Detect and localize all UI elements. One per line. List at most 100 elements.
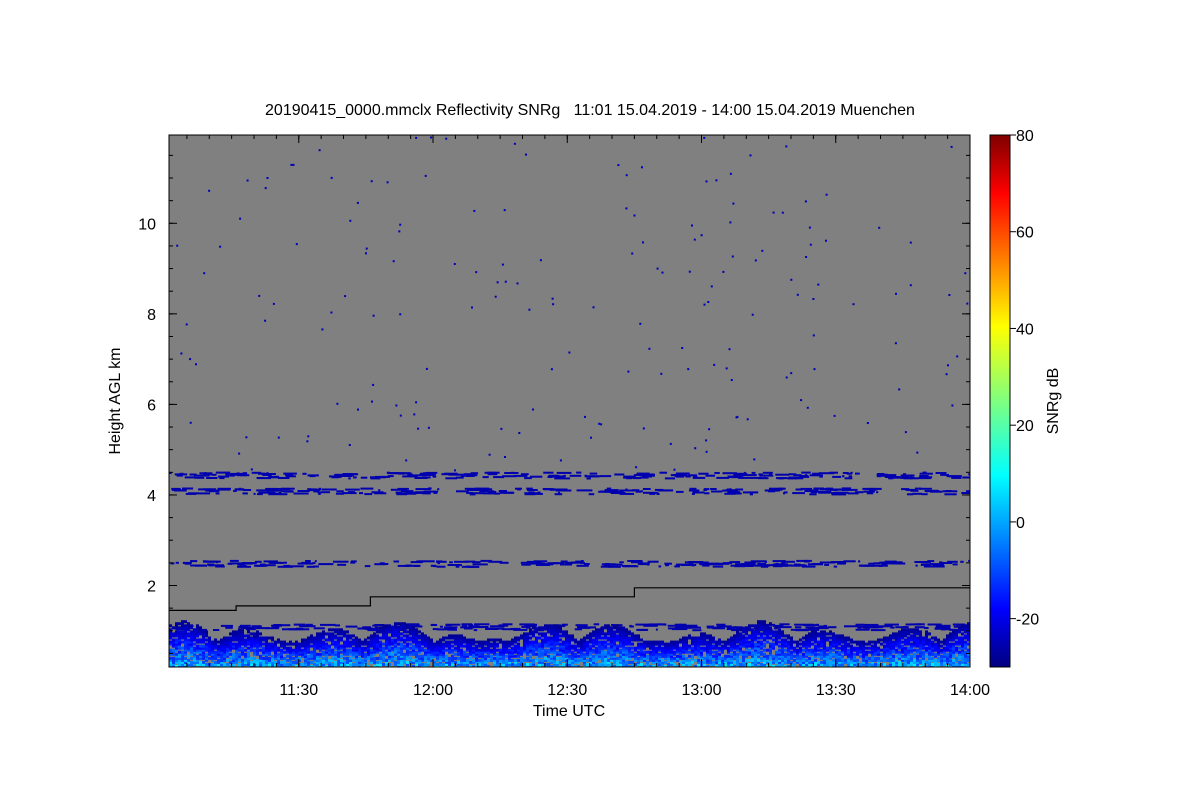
echo-pixel: [693, 491, 705, 494]
echo-pixel: [868, 663, 871, 666]
echo-pixel: [674, 565, 680, 568]
echo-pixel: [328, 644, 331, 648]
echo-pixel: [704, 492, 710, 495]
echo-pixel: [874, 640, 877, 644]
echo-pixel: [688, 654, 691, 658]
echo-pixel: [343, 640, 346, 644]
echo-pixel: [271, 642, 274, 646]
echo-pixel: [946, 634, 949, 638]
echo-pixel: [187, 658, 190, 662]
echo-pixel: [437, 628, 445, 631]
echo-pixel: [421, 646, 424, 650]
echo-pixel: [478, 648, 481, 652]
echo-pixel: [799, 642, 802, 646]
echo-pixel: [223, 636, 226, 640]
echo-pixel: [738, 476, 754, 479]
echo-pixel: [553, 488, 568, 491]
echo-pixel: [757, 620, 760, 624]
echo-pixel: [490, 638, 493, 642]
echo-pixel: [878, 226, 881, 229]
echo-pixel: [559, 638, 562, 642]
echo-pixel: [388, 628, 391, 632]
echo-pixel: [331, 628, 334, 632]
echo-pixel: [290, 163, 293, 166]
echo-pixel: [292, 163, 295, 166]
echo-pixel: [631, 650, 634, 654]
echo-pixel: [776, 626, 792, 629]
echo-pixel: [801, 471, 811, 474]
echo-pixel: [504, 280, 507, 283]
echo-pixel: [732, 202, 735, 205]
echo-pixel: [246, 179, 249, 182]
echo-pixel: [729, 488, 732, 491]
echo-pixel: [658, 652, 661, 656]
echo-pixel: [472, 646, 475, 650]
echo-pixel: [205, 630, 208, 634]
echo-pixel: [187, 654, 190, 658]
echo-pixel: [318, 149, 321, 152]
echo-pixel: [601, 640, 604, 644]
echo-pixel: [746, 418, 749, 421]
echo-pixel: [388, 636, 391, 640]
echo-pixel: [392, 260, 395, 263]
echo-pixel: [406, 642, 409, 646]
echo-pixel: [842, 475, 845, 478]
echo-pixel: [803, 624, 819, 627]
echo-pixel: [559, 660, 562, 664]
echo-pixel: [380, 563, 389, 565]
echo-pixel: [266, 177, 269, 179]
echo-pixel: [749, 493, 753, 496]
echo-pixel: [894, 342, 897, 345]
echo-pixel: [238, 663, 241, 666]
echo-pixel: [526, 656, 529, 660]
echo-pixel: [264, 627, 279, 630]
echo-pixel: [625, 660, 628, 664]
echo-pixel: [301, 663, 304, 666]
echo-pixel: [360, 487, 374, 490]
echo-pixel: [547, 636, 550, 640]
echo-pixel: [215, 471, 231, 474]
echo-pixel: [809, 627, 817, 630]
echo-pixel: [310, 644, 313, 648]
echo-pixel: [181, 646, 184, 650]
echo-pixel: [745, 636, 748, 640]
echo-pixel: [855, 623, 865, 626]
echo-pixel: [214, 650, 217, 654]
echo-pixel: [934, 658, 937, 662]
echo-pixel: [718, 652, 721, 656]
echo-pixel: [181, 650, 184, 654]
echo-pixel: [359, 492, 364, 495]
echo-pixel: [451, 648, 454, 652]
echo-pixel: [734, 626, 737, 629]
echo-pixel: [457, 634, 460, 638]
echo-pixel: [352, 646, 355, 650]
echo-pixel: [676, 640, 679, 644]
echo-pixel: [742, 650, 745, 654]
echo-pixel: [896, 561, 903, 564]
echo-pixel: [184, 656, 187, 660]
echo-pixel: [547, 562, 559, 565]
echo-pixel: [340, 650, 343, 654]
echo-pixel: [655, 640, 658, 644]
echo-pixel: [811, 630, 814, 634]
echo-pixel: [631, 252, 634, 255]
echo-pixel: [395, 491, 402, 494]
echo-pixel: [608, 565, 621, 568]
echo-pixel: [238, 452, 241, 455]
echo-pixel: [697, 658, 700, 662]
echo-pixel: [916, 636, 919, 640]
echo-pixel: [790, 650, 793, 654]
echo-pixel: [648, 623, 664, 626]
echo-pixel: [454, 652, 457, 656]
echo-pixel: [268, 642, 271, 646]
echo-pixel: [793, 654, 796, 658]
echo-pixel: [529, 628, 532, 632]
echo-pixel: [535, 628, 538, 632]
echo-pixel: [589, 644, 592, 648]
echo-pixel: [636, 472, 650, 475]
echo-pixel: [766, 640, 769, 644]
echo-pixel: [631, 642, 634, 646]
echo-pixel: [316, 652, 319, 656]
echo-pixel: [629, 624, 632, 627]
echo-pixel: [586, 658, 589, 662]
